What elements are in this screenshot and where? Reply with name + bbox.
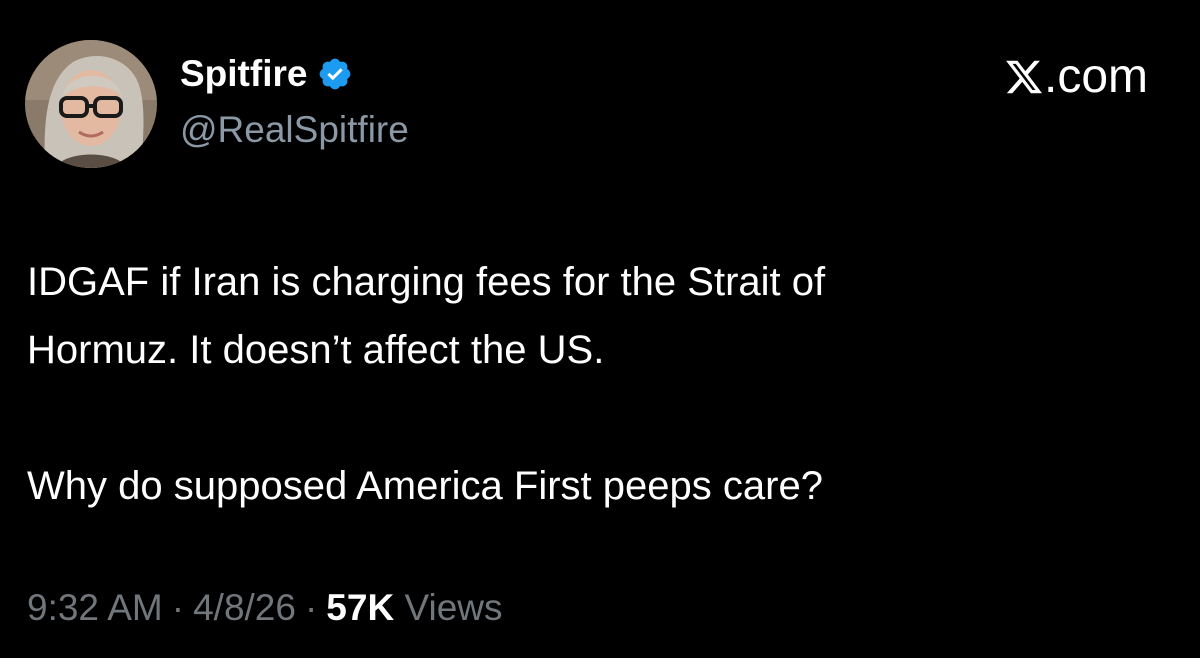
tweet-date[interactable]: 4/8/26: [193, 587, 296, 628]
tweet-card: Spitfire @RealSpitfire .com IDGAF if Ira…: [0, 0, 1200, 658]
tweet-text: IDGAF if Iran is charging fees for the S…: [27, 248, 1167, 520]
tweet-meta: 9:32 AM · 4/8/26 · 57K Views: [27, 586, 503, 630]
name-row: Spitfire: [180, 52, 353, 96]
display-name[interactable]: Spitfire: [180, 52, 307, 96]
tweet-text-line-1: IDGAF if Iran is charging fees for the S…: [27, 260, 826, 304]
avatar[interactable]: [25, 40, 157, 168]
meta-separator: ·: [304, 587, 318, 628]
brand-text: .com: [1043, 50, 1148, 103]
meta-separator: ·: [171, 587, 185, 628]
user-handle[interactable]: @RealSpitfire: [180, 108, 409, 152]
tweet-text-line-3: Why do supposed America First peeps care…: [27, 464, 823, 508]
x-logo-icon: [1004, 57, 1044, 97]
views-count[interactable]: 57K: [326, 587, 394, 628]
views-label: Views: [404, 587, 503, 628]
tweet-text-line-2: Hormuz. It doesn’t affect the US.: [27, 328, 605, 372]
tweet-time[interactable]: 9:32 AM: [27, 587, 163, 628]
site-brand: .com: [1004, 50, 1148, 104]
verified-badge-icon: [317, 56, 353, 92]
